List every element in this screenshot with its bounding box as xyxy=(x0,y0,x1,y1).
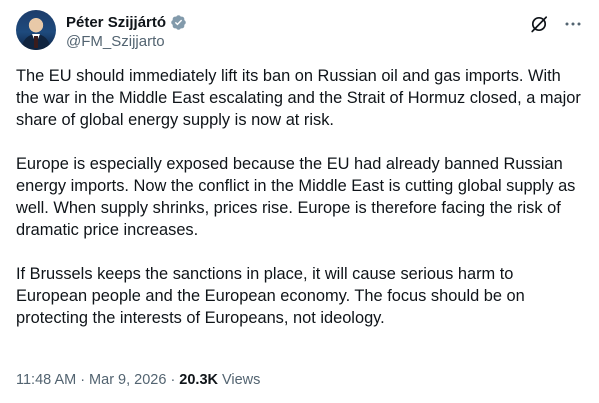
name-row: Péter Szijjártó xyxy=(66,12,187,32)
verified-badge-icon[interactable] xyxy=(170,14,187,31)
author-info: Péter Szijjártó @FM_Szijjarto xyxy=(66,12,187,50)
avatar-tie xyxy=(34,36,38,48)
author-display-name[interactable]: Péter Szijjártó xyxy=(66,14,166,31)
tweet-time[interactable]: 11:48 AM xyxy=(16,372,76,388)
tweet-card: Péter Szijjártó @FM_Szijjarto The EU sho… xyxy=(0,0,599,403)
avatar[interactable] xyxy=(16,10,56,50)
views-count[interactable]: 20.3K xyxy=(179,372,218,388)
tweet-metadata: 11:48 AM · Mar 9, 2026 · 20.3K Views xyxy=(16,372,260,388)
more-options-icon[interactable] xyxy=(563,14,583,34)
tweet-paragraph-1: The EU should immediately lift its ban o… xyxy=(16,67,581,129)
tweet-paragraph-2: Europe is especially exposed because the… xyxy=(16,155,576,239)
separator-dot: · xyxy=(80,372,86,388)
tweet-date[interactable]: Mar 9, 2026 xyxy=(89,372,166,388)
tweet-text: The EU should immediately lift its ban o… xyxy=(16,65,586,351)
author-handle[interactable]: @FM_Szijjarto xyxy=(66,33,187,50)
grok-icon[interactable] xyxy=(529,14,549,34)
views-label: Views xyxy=(221,372,261,388)
header-actions xyxy=(529,14,583,34)
tweet-header: Péter Szijjártó @FM_Szijjarto xyxy=(16,10,583,58)
tweet-paragraph-3: If Brussels keeps the sanctions in place… xyxy=(16,265,525,327)
separator-dot: · xyxy=(170,372,176,388)
